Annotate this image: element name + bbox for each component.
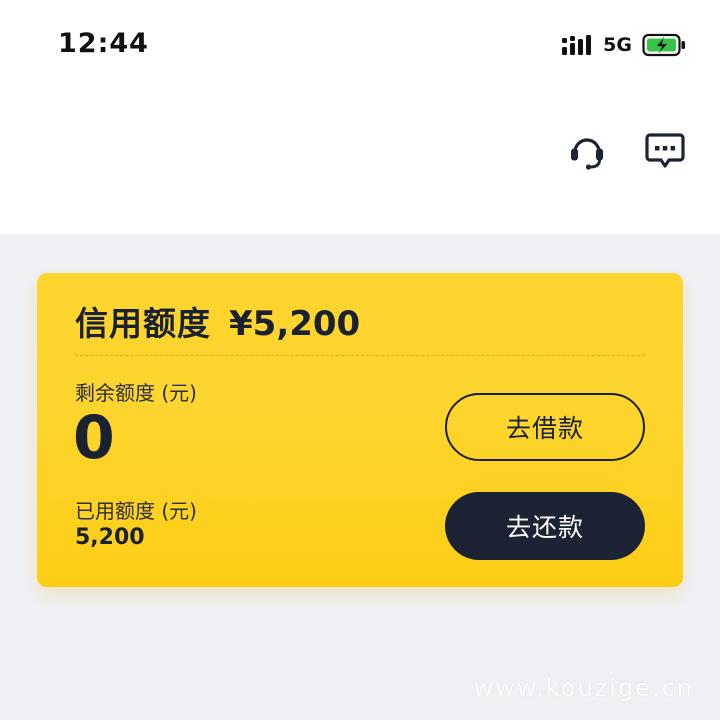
used-limit-label: 已用额度 (元)	[75, 499, 197, 523]
credit-limit-card: 信用额度 ¥5,200 剩余额度 (元) 0 已用额度 (元) 5,200 去借…	[37, 273, 683, 587]
card-divider	[75, 355, 645, 356]
watermark: www.kouzige.cn	[473, 674, 694, 702]
headset-support-icon	[571, 138, 603, 170]
borrow-button[interactable]: 去借款	[445, 393, 645, 461]
credit-limit-title: 信用额度	[75, 304, 211, 343]
repay-button[interactable]: 去还款	[445, 492, 645, 560]
network-label: 5G	[603, 34, 632, 56]
status-indicators: 5G	[561, 33, 686, 57]
status-time: 12:44	[58, 28, 149, 59]
nav-bar	[0, 92, 720, 234]
credit-limit-amount: ¥5,200	[229, 304, 361, 344]
message-icon	[645, 133, 685, 168]
status-bar: 12:44 5G	[0, 0, 720, 92]
customer-support-button[interactable]	[564, 128, 610, 174]
message-button[interactable]	[642, 128, 688, 174]
card-title-row: 信用额度 ¥5,200	[75, 297, 360, 345]
remaining-limit-value: 0	[73, 403, 115, 473]
signal-icon	[562, 35, 592, 55]
battery-charging-icon	[642, 33, 685, 57]
used-limit-value: 5,200	[75, 525, 145, 550]
